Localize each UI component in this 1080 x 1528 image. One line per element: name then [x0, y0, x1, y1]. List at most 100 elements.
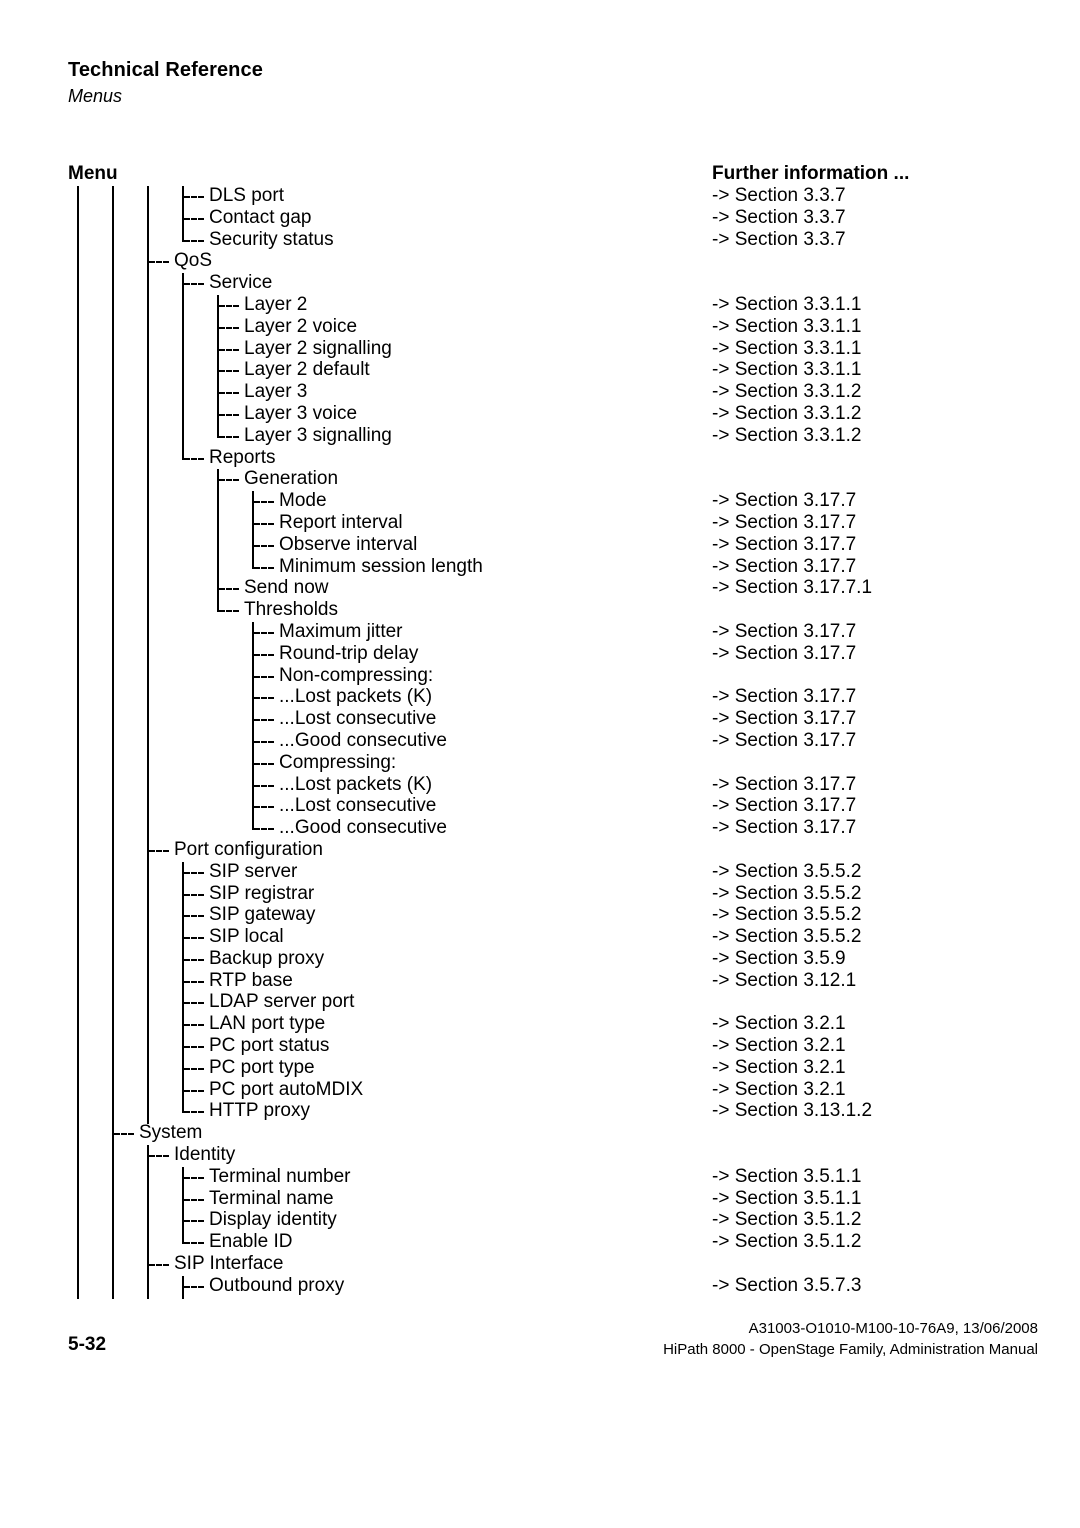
tree-item-label[interactable]: Identity	[174, 1144, 235, 1166]
tree-item-label[interactable]: ...Good consecutive	[279, 730, 447, 752]
tree-item-label[interactable]: Minimum session length	[279, 556, 483, 578]
section-reference[interactable]: -> Section 3.3.1.1	[712, 359, 861, 381]
tree-rail	[182, 425, 184, 449]
section-reference[interactable]: -> Section 3.17.7	[712, 490, 856, 512]
tree-item-label[interactable]: Non-compressing:	[279, 665, 433, 687]
tree-item-label[interactable]: ...Good consecutive	[279, 817, 447, 839]
tree-item-label[interactable]: DLS port	[209, 185, 284, 207]
tree-item-label[interactable]: Reports	[209, 447, 276, 469]
section-reference[interactable]: -> Section 3.17.7	[712, 708, 856, 730]
tree-item-label[interactable]: ...Lost packets (K)	[279, 686, 432, 708]
tree-item-label[interactable]: RTP base	[209, 970, 293, 992]
tree-item-label[interactable]: Terminal number	[209, 1166, 351, 1188]
tree-item-label[interactable]: Outbound proxy	[209, 1275, 344, 1297]
tree-item-label[interactable]: Layer 2 voice	[244, 316, 357, 338]
tree-item-label[interactable]: SIP server	[209, 861, 297, 883]
section-reference[interactable]: -> Section 3.3.7	[712, 185, 846, 207]
section-reference[interactable]: -> Section 3.3.1.2	[712, 425, 861, 447]
tree-rail	[112, 425, 114, 449]
tree-item-label[interactable]: PC port autoMDIX	[209, 1079, 363, 1101]
section-reference[interactable]: -> Section 3.17.7	[712, 512, 856, 534]
section-reference[interactable]: -> Section 3.17.7	[712, 774, 856, 796]
section-reference[interactable]: -> Section 3.2.1	[712, 1013, 846, 1035]
tree-item-label[interactable]: SIP registrar	[209, 883, 314, 905]
section-reference[interactable]: -> Section 3.17.7	[712, 643, 856, 665]
tree-item-label[interactable]: Layer 2	[244, 294, 307, 316]
section-reference[interactable]: -> Section 3.3.7	[712, 207, 846, 229]
section-reference[interactable]: -> Section 3.17.7	[712, 556, 856, 578]
section-reference[interactable]: -> Section 3.5.5.2	[712, 904, 861, 926]
tree-rail	[77, 709, 79, 733]
tree-item-label[interactable]: QoS	[174, 250, 212, 272]
tree-item-label[interactable]: Service	[209, 272, 272, 294]
tree-item-label[interactable]: Contact gap	[209, 207, 311, 229]
section-reference[interactable]: -> Section 3.5.1.1	[712, 1188, 861, 1210]
tree-item-label[interactable]: SIP Interface	[174, 1253, 284, 1275]
tree-item-label[interactable]: Send now	[244, 577, 329, 599]
tree-item-label[interactable]: Thresholds	[244, 599, 338, 621]
section-reference[interactable]: -> Section 3.5.5.2	[712, 926, 861, 948]
tree-item-label[interactable]: Maximum jitter	[279, 621, 403, 643]
tree-item-label[interactable]: PC port status	[209, 1035, 329, 1057]
section-reference[interactable]: -> Section 3.2.1	[712, 1079, 846, 1101]
tree-rail	[147, 774, 149, 798]
tree-rail	[112, 447, 114, 471]
tree-item-label[interactable]: Compressing:	[279, 752, 396, 774]
section-reference[interactable]: -> Section 3.3.1.2	[712, 403, 861, 425]
section-reference[interactable]: -> Section 3.17.7	[712, 621, 856, 643]
section-reference[interactable]: -> Section 3.12.1	[712, 970, 856, 992]
tree-item-label[interactable]: SIP gateway	[209, 904, 315, 926]
section-reference[interactable]: -> Section 3.3.1.2	[712, 381, 861, 403]
tree-item-label[interactable]: Round-trip delay	[279, 643, 418, 665]
tree-rail	[112, 186, 114, 209]
tree-item-label[interactable]: Layer 3	[244, 381, 307, 403]
section-reference[interactable]: -> Section 3.5.5.2	[712, 883, 861, 905]
tree-item-label[interactable]: System	[139, 1122, 202, 1144]
tree-row: Minimum session length -> Section 3.17.7	[0, 556, 1080, 580]
tree-item-label[interactable]: Terminal name	[209, 1188, 334, 1210]
section-reference[interactable]: -> Section 3.3.1.1	[712, 316, 861, 338]
tree-item-label[interactable]: Layer 3 signalling	[244, 425, 392, 447]
tree-item-label[interactable]: Generation	[244, 468, 338, 490]
section-reference[interactable]: -> Section 3.5.9	[712, 948, 846, 970]
section-reference[interactable]: -> Section 3.13.1.2	[712, 1100, 872, 1122]
tree-item-label[interactable]: Report interval	[279, 512, 403, 534]
tree-item-label[interactable]: Security status	[209, 229, 334, 251]
section-reference[interactable]: -> Section 3.3.1.1	[712, 338, 861, 360]
section-reference[interactable]: -> Section 3.5.1.2	[712, 1209, 861, 1231]
section-reference[interactable]: -> Section 3.17.7	[712, 686, 856, 708]
tree-item-label[interactable]: Layer 2 signalling	[244, 338, 392, 360]
tree-item-label[interactable]: Layer 3 voice	[244, 403, 357, 425]
tree-item-label[interactable]: LDAP server port	[209, 991, 354, 1013]
tree-item-label[interactable]: HTTP proxy	[209, 1100, 310, 1122]
section-reference[interactable]: -> Section 3.17.7	[712, 817, 856, 839]
tree-item-label[interactable]: Port configuration	[174, 839, 323, 861]
section-reference[interactable]: -> Section 3.3.1.1	[712, 294, 861, 316]
section-reference[interactable]: -> Section 3.17.7	[712, 730, 856, 752]
tree-item-label[interactable]: LAN port type	[209, 1013, 325, 1035]
tree-rail	[147, 1079, 149, 1103]
section-reference[interactable]: -> Section 3.3.7	[712, 229, 846, 251]
tree-item-label[interactable]: SIP local	[209, 926, 284, 948]
tree-item-label[interactable]: Enable ID	[209, 1231, 292, 1253]
section-reference[interactable]: -> Section 3.17.7	[712, 795, 856, 817]
tree-item-label[interactable]: Display identity	[209, 1209, 337, 1231]
tree-item-label[interactable]: ...Lost packets (K)	[279, 774, 432, 796]
section-reference[interactable]: -> Section 3.5.1.2	[712, 1231, 861, 1253]
tree-rail	[147, 948, 149, 972]
section-reference[interactable]: -> Section 3.2.1	[712, 1035, 846, 1057]
section-reference[interactable]: -> Section 3.2.1	[712, 1057, 846, 1079]
tree-item-label[interactable]: Layer 2 default	[244, 359, 370, 381]
tree-item-label[interactable]: ...Lost consecutive	[279, 708, 436, 730]
tree-item-label[interactable]: Backup proxy	[209, 948, 324, 970]
tree-item-label[interactable]: ...Lost consecutive	[279, 795, 436, 817]
section-reference[interactable]: -> Section 3.5.7.3	[712, 1275, 861, 1297]
section-reference[interactable]: -> Section 3.17.7	[712, 534, 856, 556]
tree-item-label[interactable]: PC port type	[209, 1057, 315, 1079]
tree-rail	[77, 948, 79, 972]
section-reference[interactable]: -> Section 3.5.5.2	[712, 861, 861, 883]
section-reference[interactable]: -> Section 3.17.7.1	[712, 577, 872, 599]
tree-item-label[interactable]: Observe interval	[279, 534, 417, 556]
section-reference[interactable]: -> Section 3.5.1.1	[712, 1166, 861, 1188]
tree-item-label[interactable]: Mode	[279, 490, 327, 512]
